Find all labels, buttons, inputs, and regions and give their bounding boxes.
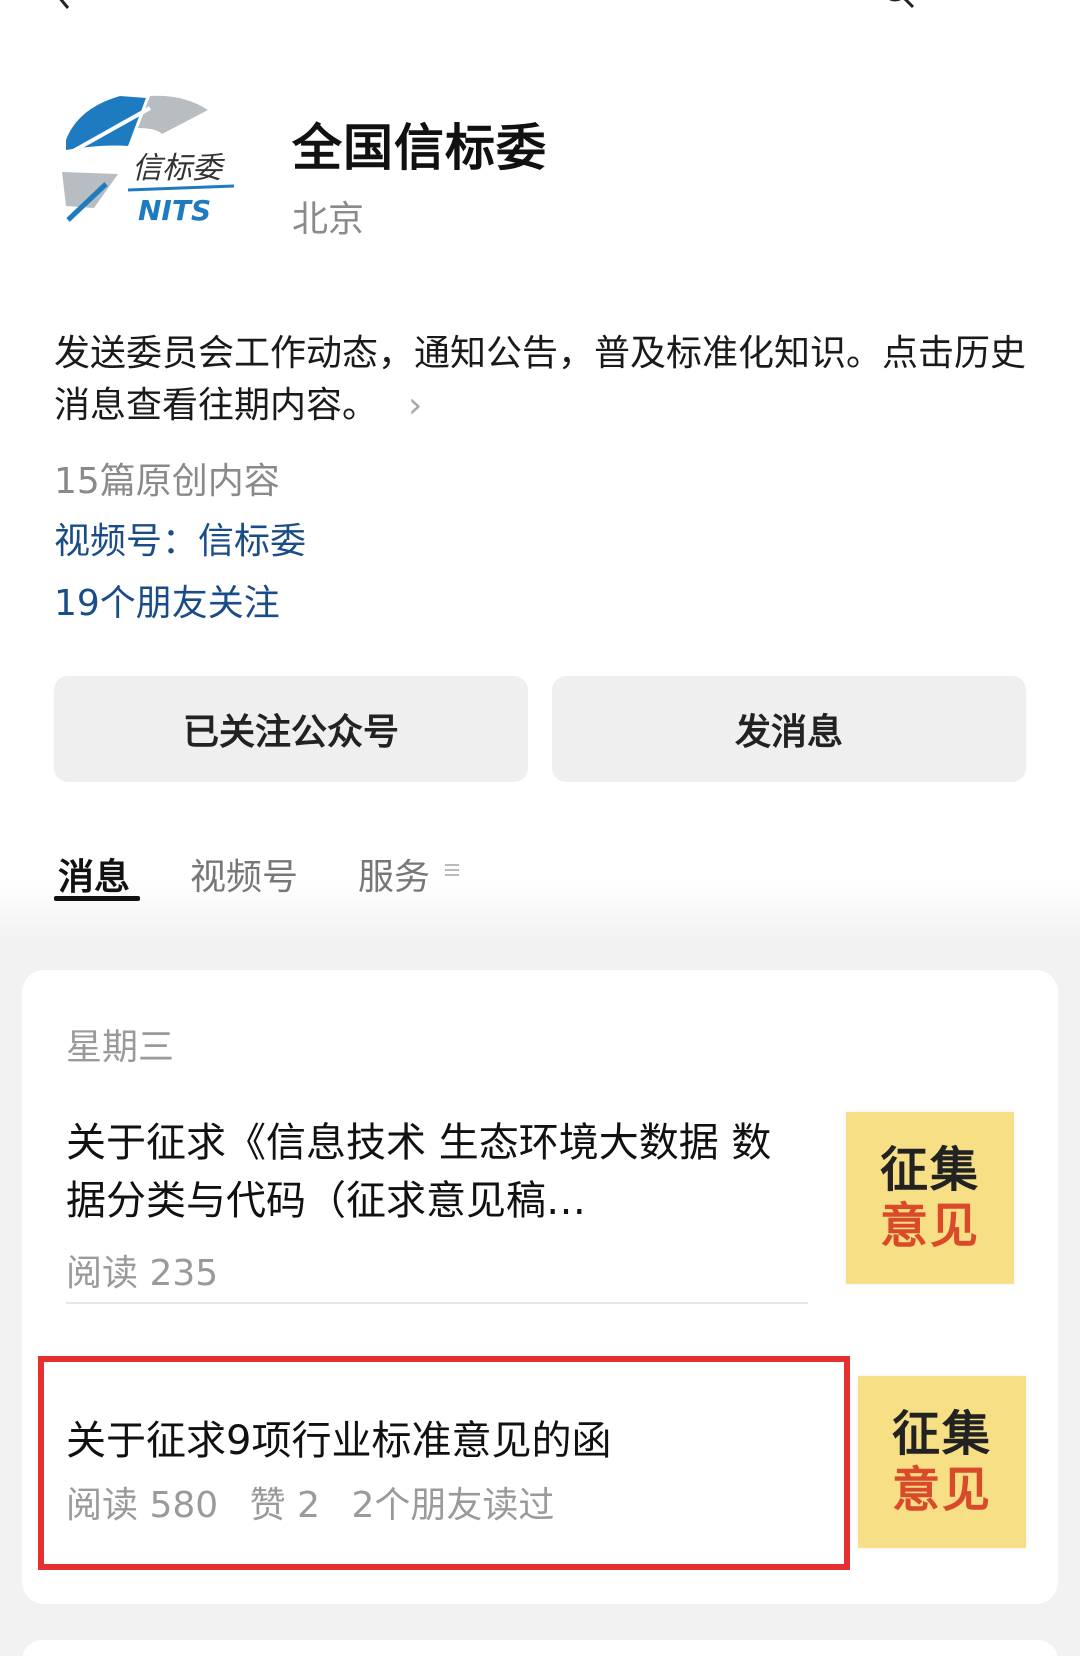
send-message-button[interactable]: 发消息 [552, 676, 1026, 782]
next-card [22, 1640, 1058, 1680]
account-name: 全国信标委 [292, 119, 547, 177]
friends-following[interactable]: 19个朋友关注 [54, 574, 280, 626]
channel-link[interactable]: 视频号：信标委 [54, 512, 306, 564]
search-icon[interactable] [880, 0, 916, 10]
thumbnail-line1: 征集 [879, 1142, 980, 1198]
original-count[interactable]: 15篇原创内容 [54, 452, 280, 504]
account-description[interactable]: 发送委员会工作动态，通知公告，普及标准化知识。点击历史消息查看往期内容。 › [54, 328, 1034, 432]
logo-en-text: NITS [138, 194, 211, 227]
article-thumbnail[interactable]: 征集 意见 [858, 1376, 1026, 1548]
tab-menu-icon[interactable] [444, 862, 460, 878]
article-title[interactable]: 关于征求《信息技术 生态环境大数据 数据分类与代码（征求意见稿… [66, 1114, 786, 1230]
account-region: 北京 [292, 199, 365, 240]
account-logo: 信标委 NITS [62, 95, 235, 227]
highlight-box [38, 1356, 850, 1570]
back-arrow-icon[interactable] [50, 0, 78, 10]
thumbnail-line2: 意见 [891, 1462, 992, 1518]
active-tab-indicator [54, 896, 140, 901]
article-thumbnail[interactable]: 征集 意见 [846, 1112, 1014, 1284]
day-label: 星期三 [66, 1027, 175, 1068]
thumbnail-line2: 意见 [879, 1198, 980, 1254]
article-reads: 阅读 235 [66, 1253, 219, 1294]
article-divider [66, 1302, 808, 1304]
tab-services[interactable]: 服务 [358, 848, 430, 900]
description-text: 发送委员会工作动态，通知公告，普及标准化知识。点击历史消息查看往期内容。 [54, 333, 1027, 426]
logo-cn-text: 信标委 [132, 151, 225, 186]
chevron-right-icon: › [408, 385, 423, 426]
tab-messages[interactable]: 消息 [58, 848, 130, 900]
tab-channels[interactable]: 视频号 [190, 848, 298, 900]
followed-button[interactable]: 已关注公众号 [54, 676, 528, 782]
thumbnail-line1: 征集 [891, 1406, 992, 1462]
